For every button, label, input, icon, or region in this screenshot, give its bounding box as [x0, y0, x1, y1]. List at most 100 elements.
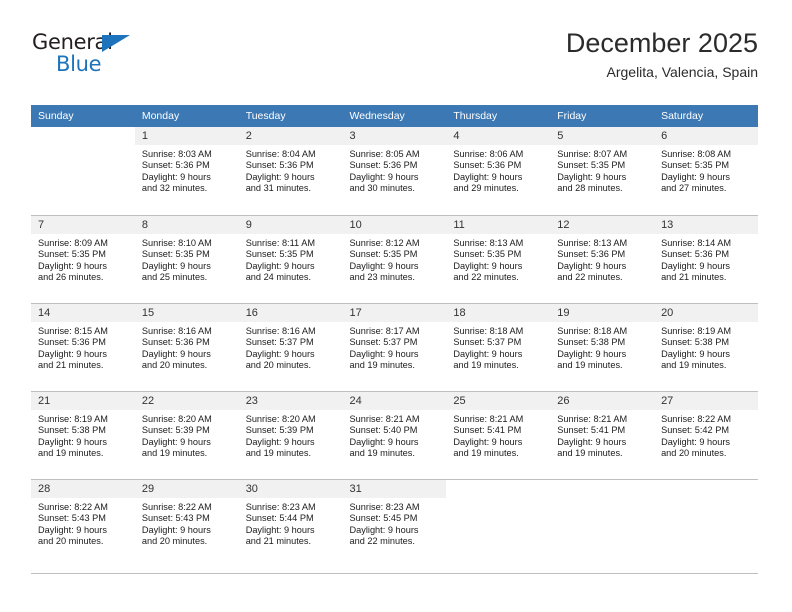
sunset-text: Sunset: 5:35 PM — [453, 249, 522, 260]
sunrise-text: Sunrise: 8:04 AM — [245, 149, 316, 159]
day-number: 29 — [134, 480, 239, 498]
day-details: Sunrise: 8:16 AM Sunset: 5:37 PM Daylight:… — [239, 322, 343, 372]
day-number: 10 — [342, 216, 447, 234]
daylight-text-line2: and 23 minutes. — [349, 272, 415, 283]
day-number: 8 — [134, 216, 239, 234]
sunrise-text: Sunrise: 8:15 AM — [38, 326, 108, 336]
daylight-text-line1: Daylight: 9 hours — [349, 524, 419, 535]
calendar-day-cell[interactable]: 22 Sunrise: 8:20 AM Sunset: 5:39 PM Dayligh… — [134, 391, 239, 479]
page-subtitle: Argelita, Valencia, Spain — [606, 64, 759, 81]
calendar-day-cell[interactable]: 25 Sunrise: 8:21 AM Sunset: 5:41 PM Dayligh… — [446, 391, 551, 479]
general-blue-logo[interactable]: General Blue — [32, 32, 232, 90]
sunrise-text: Sunrise: 8:21 AM — [349, 414, 420, 424]
day-details: Sunrise: 8:21 AM Sunset: 5:41 PM Daylight:… — [550, 410, 654, 460]
daylight-text-line2: and 19 minutes. — [38, 448, 104, 459]
daylight-text-line1: Daylight: 9 hours — [661, 260, 731, 271]
daylight-text-line1: Daylight: 9 hours — [453, 348, 523, 359]
day-details: Sunrise: 8:20 AM Sunset: 5:39 PM Daylight:… — [135, 410, 239, 460]
calendar-day-cell[interactable]: 29 Sunrise: 8:22 AM Sunset: 5:43 PM Dayligh… — [134, 479, 239, 567]
day-number: 25 — [446, 392, 551, 410]
sunrise-text: Sunrise: 8:18 AM — [557, 326, 628, 336]
day-number — [31, 127, 135, 145]
day-details: Sunrise: 8:15 AM Sunset: 5:36 PM Daylight:… — [31, 322, 135, 372]
calendar-day-cell-empty — [550, 479, 655, 567]
calendar-day-cell[interactable]: 24 Sunrise: 8:21 AM Sunset: 5:40 PM Dayligh… — [342, 391, 447, 479]
sunrise-text: Sunrise: 8:08 AM — [661, 149, 732, 159]
weekday-header-sunday: Sunday — [31, 105, 135, 127]
calendar-day-cell[interactable]: 16 Sunrise: 8:16 AM Sunset: 5:37 PM Dayligh… — [238, 303, 343, 391]
calendar-day-cell[interactable]: 4 Sunrise: 8:06 AM Sunset: 5:36 PM Daylight… — [446, 127, 551, 215]
day-details: Sunrise: 8:10 AM Sunset: 5:35 PM Daylight:… — [135, 234, 239, 284]
sunrise-text: Sunrise: 8:18 AM — [453, 326, 524, 336]
sunset-text: Sunset: 5:40 PM — [349, 425, 418, 436]
day-details: Sunrise: 8:13 AM Sunset: 5:36 PM Daylight:… — [550, 234, 654, 284]
calendar-page: General Blue December 2025 Argelita, Val… — [0, 0, 792, 612]
calendar-day-cell[interactable]: 23 Sunrise: 8:20 AM Sunset: 5:39 PM Dayligh… — [238, 391, 343, 479]
calendar-day-cell[interactable]: 13 Sunrise: 8:14 AM Sunset: 5:36 PM Dayligh… — [654, 215, 758, 303]
calendar-day-cell[interactable]: 19 Sunrise: 8:18 AM Sunset: 5:38 PM Dayligh… — [550, 303, 655, 391]
calendar-day-cell[interactable]: 2 Sunrise: 8:04 AM Sunset: 5:36 PM Daylight… — [238, 127, 343, 215]
daylight-text-line1: Daylight: 9 hours — [557, 348, 627, 359]
calendar-week-row: 14 Sunrise: 8:15 AM Sunset: 5:36 PM Dayligh… — [31, 303, 758, 391]
day-number: 7 — [31, 216, 135, 234]
daylight-text-line1: Daylight: 9 hours — [557, 260, 627, 271]
calendar-day-cell[interactable]: 30 Sunrise: 8:23 AM Sunset: 5:44 PM Dayligh… — [238, 479, 343, 567]
calendar-week-row: 28 Sunrise: 8:22 AM Sunset: 5:43 PM Dayligh… — [31, 479, 758, 567]
calendar-day-cell[interactable]: 17 Sunrise: 8:17 AM Sunset: 5:37 PM Dayligh… — [342, 303, 447, 391]
day-number: 15 — [134, 304, 239, 322]
daylight-text-line2: and 26 minutes. — [38, 272, 104, 283]
calendar-day-cell[interactable]: 7 Sunrise: 8:09 AM Sunset: 5:35 PM Daylight… — [31, 215, 135, 303]
day-number: 26 — [550, 392, 655, 410]
calendar-day-cell[interactable]: 8 Sunrise: 8:10 AM Sunset: 5:35 PM Daylight… — [134, 215, 239, 303]
daylight-text-line2: and 20 minutes. — [245, 360, 312, 371]
calendar-day-cell[interactable]: 28 Sunrise: 8:22 AM Sunset: 5:43 PM Dayligh… — [31, 479, 135, 567]
daylight-text-line2: and 19 minutes. — [349, 360, 415, 371]
daylight-text-line1: Daylight: 9 hours — [141, 436, 211, 447]
day-number: 27 — [654, 392, 758, 410]
day-number: 21 — [31, 392, 135, 410]
day-number: 5 — [550, 127, 655, 145]
sunrise-text: Sunrise: 8:23 AM — [349, 502, 420, 512]
daylight-text-line1: Daylight: 9 hours — [245, 260, 315, 271]
page-header: General Blue December 2025 Argelita, Val… — [32, 28, 758, 90]
calendar-day-cell[interactable]: 26 Sunrise: 8:21 AM Sunset: 5:41 PM Dayligh… — [550, 391, 655, 479]
calendar-day-cell[interactable]: 12 Sunrise: 8:13 AM Sunset: 5:36 PM Dayligh… — [550, 215, 655, 303]
calendar-day-cell[interactable]: 18 Sunrise: 8:18 AM Sunset: 5:37 PM Dayligh… — [446, 303, 551, 391]
daylight-text-line1: Daylight: 9 hours — [453, 171, 523, 182]
day-details: Sunrise: 8:19 AM Sunset: 5:38 PM Daylight:… — [31, 410, 135, 460]
sunset-text: Sunset: 5:35 PM — [557, 160, 626, 171]
sunrise-text: Sunrise: 8:20 AM — [245, 414, 316, 424]
weekday-header-monday: Monday — [134, 105, 239, 127]
calendar-day-cell[interactable]: 3 Sunrise: 8:05 AM Sunset: 5:36 PM Daylight… — [342, 127, 447, 215]
daylight-text-line1: Daylight: 9 hours — [557, 171, 627, 182]
sunset-text: Sunset: 5:37 PM — [245, 337, 314, 348]
daylight-text-line1: Daylight: 9 hours — [141, 260, 211, 271]
sunrise-text: Sunrise: 8:06 AM — [453, 149, 524, 159]
calendar-day-cell[interactable]: 6 Sunrise: 8:08 AM Sunset: 5:35 PM Daylight… — [654, 127, 758, 215]
sunrise-text: Sunrise: 8:12 AM — [349, 238, 420, 248]
calendar-day-cell[interactable]: 11 Sunrise: 8:13 AM Sunset: 5:35 PM Dayligh… — [446, 215, 551, 303]
calendar-day-cell[interactable]: 15 Sunrise: 8:16 AM Sunset: 5:36 PM Dayligh… — [134, 303, 239, 391]
sunset-text: Sunset: 5:39 PM — [141, 425, 210, 436]
calendar-day-cell[interactable]: 20 Sunrise: 8:19 AM Sunset: 5:38 PM Dayligh… — [654, 303, 758, 391]
calendar-day-cell[interactable]: 27 Sunrise: 8:22 AM Sunset: 5:42 PM Dayligh… — [654, 391, 758, 479]
calendar-day-cell[interactable]: 9 Sunrise: 8:11 AM Sunset: 5:35 PM Daylight… — [238, 215, 343, 303]
calendar-day-cell[interactable]: 10 Sunrise: 8:12 AM Sunset: 5:35 PM Dayligh… — [342, 215, 447, 303]
sunrise-text: Sunrise: 8:03 AM — [141, 149, 212, 159]
calendar-day-cell-empty — [654, 479, 758, 567]
day-number: 20 — [654, 304, 758, 322]
calendar-week-row: 1 Sunrise: 8:03 AM Sunset: 5:36 PM Daylight… — [31, 127, 758, 215]
daylight-text-line2: and 22 minutes. — [349, 536, 415, 547]
calendar-week-row: 21 Sunrise: 8:19 AM Sunset: 5:38 PM Dayligh… — [31, 391, 758, 479]
daylight-text-line2: and 25 minutes. — [141, 272, 208, 283]
day-number: 31 — [342, 480, 447, 498]
calendar-day-cell[interactable]: 21 Sunrise: 8:19 AM Sunset: 5:38 PM Dayligh… — [31, 391, 135, 479]
weekday-header-saturday: Saturday — [654, 105, 758, 127]
daylight-text-line1: Daylight: 9 hours — [38, 524, 107, 535]
day-number: 24 — [342, 392, 447, 410]
calendar-day-cell[interactable]: 1 Sunrise: 8:03 AM Sunset: 5:36 PM Daylight… — [134, 127, 239, 215]
calendar-day-cell[interactable]: 31 Sunrise: 8:23 AM Sunset: 5:45 PM Dayligh… — [342, 479, 447, 567]
calendar-day-cell[interactable]: 14 Sunrise: 8:15 AM Sunset: 5:36 PM Dayligh… — [31, 303, 135, 391]
calendar-day-cell[interactable]: 5 Sunrise: 8:07 AM Sunset: 5:35 PM Daylight… — [550, 127, 655, 215]
daylight-text-line2: and 19 minutes. — [141, 448, 208, 459]
